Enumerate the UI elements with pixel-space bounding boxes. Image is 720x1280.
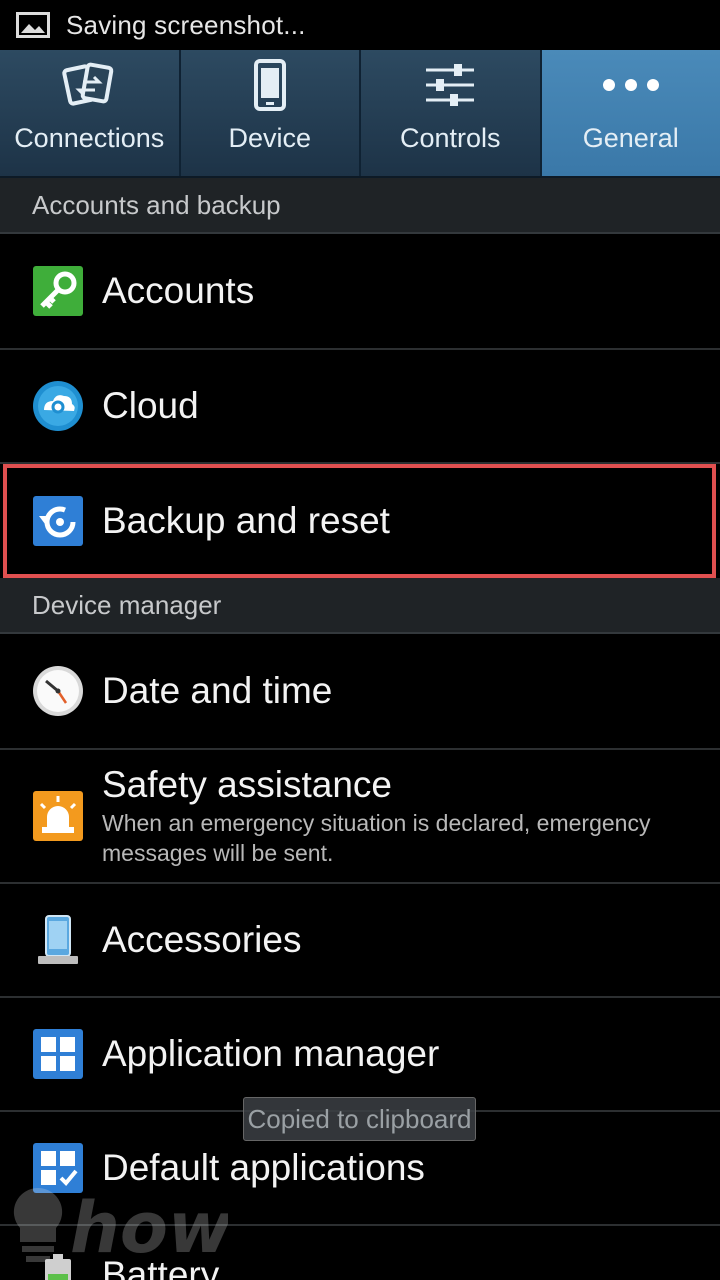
- cloud-icon: [32, 380, 84, 432]
- tab-general[interactable]: General: [541, 50, 720, 176]
- list-item-date-time[interactable]: Date and time: [0, 634, 720, 750]
- item-title: Application manager: [102, 1033, 440, 1074]
- more-icon: [601, 57, 661, 113]
- key-icon: [32, 265, 84, 317]
- toast-text: Copied to clipboard: [247, 1103, 472, 1134]
- siren-icon: [32, 790, 84, 842]
- backup-reset-icon: [32, 495, 84, 547]
- item-title: Backup and reset: [102, 500, 390, 541]
- list-item-application-manager[interactable]: Application manager: [0, 998, 720, 1112]
- watermark-logo: how: [8, 1180, 233, 1280]
- item-subtitle: When an emergency situation is declared,…: [102, 810, 651, 866]
- section-header-label: Device manager: [32, 589, 222, 620]
- item-title: Date and time: [102, 670, 333, 711]
- status-bar: Saving screenshot...: [0, 0, 720, 50]
- list-item-cloud[interactable]: Cloud: [0, 350, 720, 464]
- item-title: Cloud: [102, 385, 199, 426]
- section-header-accounts-backup: Accounts and backup: [0, 178, 720, 234]
- tab-label: Connections: [14, 123, 165, 153]
- connections-icon: [59, 57, 119, 113]
- tab-label: Device: [228, 123, 312, 153]
- toast-message: Copied to clipboard: [243, 1097, 476, 1141]
- tab-device[interactable]: Device: [181, 50, 361, 176]
- list-item-safety-assistance[interactable]: Safety assistance When an emergency situ…: [0, 750, 720, 884]
- svg-text:how: how: [70, 1187, 228, 1269]
- controls-icon: [420, 57, 480, 113]
- item-title: Accessories: [102, 919, 302, 960]
- device-icon: [240, 57, 300, 113]
- status-text: Saving screenshot...: [66, 9, 306, 40]
- tab-label: Controls: [399, 123, 501, 153]
- list-item-accessories[interactable]: Accessories: [0, 884, 720, 998]
- section-header-label: Accounts and backup: [32, 189, 281, 220]
- tab-controls[interactable]: Controls: [361, 50, 542, 176]
- item-title: Safety assistance: [102, 764, 392, 805]
- list-item-accounts[interactable]: Accounts: [0, 234, 720, 350]
- list-item-backup-reset[interactable]: Backup and reset: [0, 464, 720, 578]
- section-header-device-manager: Device manager: [0, 578, 720, 634]
- app-grid-icon: [32, 1028, 84, 1080]
- clock-icon: [32, 665, 84, 717]
- tab-label: General: [582, 123, 679, 153]
- accessories-icon: [32, 914, 84, 966]
- tab-connections[interactable]: Connections: [0, 50, 181, 176]
- settings-tabs: Connections Device Controls General: [0, 50, 720, 178]
- item-title: Accounts: [102, 270, 255, 311]
- image-icon: [16, 12, 50, 38]
